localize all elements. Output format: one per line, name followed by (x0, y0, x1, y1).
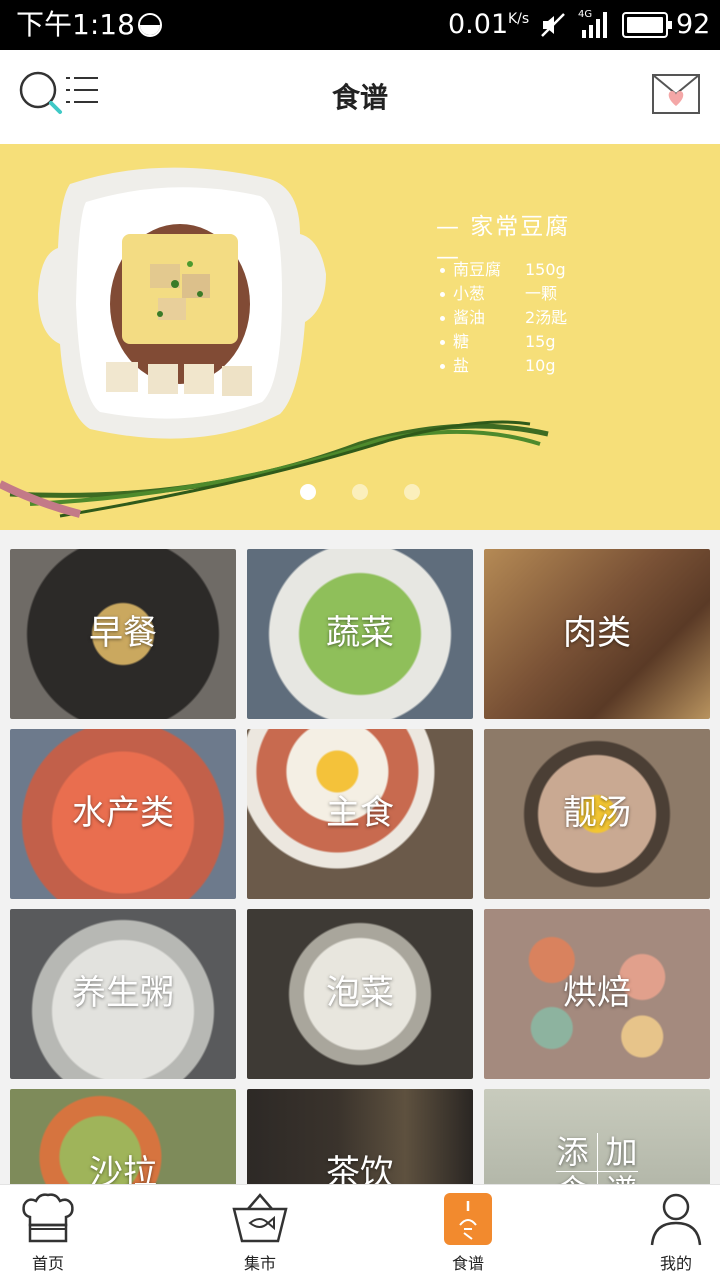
add-glyph: 食 (556, 1171, 598, 1184)
mail-icon[interactable] (652, 74, 700, 114)
category-grid: 早餐 蔬菜 肉类 水产类 主食 靓汤 养生粥 泡菜 烘焙 沙拉 茶饮 添 加 (0, 530, 720, 1184)
category-vegetables[interactable]: 蔬菜 (247, 549, 473, 719)
category-seafood[interactable]: 水产类 (10, 729, 236, 899)
recipe-banner[interactable]: — 家常豆腐 — 南豆腐 150g 小葱 一颗 酱油 2汤匙 糖 15g 盐 10g (0, 144, 720, 530)
add-glyph: 添 (556, 1133, 598, 1171)
category-label: 主食 (326, 793, 394, 833)
category-label: 早餐 (89, 613, 157, 653)
mute-icon (541, 13, 565, 37)
banner-page-dot[interactable] (352, 484, 368, 500)
category-label: 添加 食谱 (484, 1133, 710, 1184)
ingredient-item: 酱油 2汤匙 (440, 306, 567, 330)
category-baking[interactable]: 烘焙 (484, 909, 710, 1079)
category-label: 养生粥 (72, 973, 174, 1013)
nav-recipes[interactable]: 食谱 (408, 1185, 528, 1280)
category-salad[interactable]: 沙拉 (10, 1089, 236, 1184)
category-label: 靓汤 (563, 793, 631, 833)
ingredient-item: 小葱 一颗 (440, 282, 567, 306)
category-label: 肉类 (563, 613, 631, 653)
network-speed: 0.01 (448, 9, 509, 40)
category-label: 水产类 (72, 793, 174, 833)
nav-market[interactable]: 集市 (200, 1185, 320, 1280)
nav-profile-label: 我的 (659, 1254, 692, 1273)
category-meat[interactable]: 肉类 (484, 549, 710, 719)
add-glyph: 加 (605, 1133, 638, 1171)
category-add-recipe[interactable]: 添加 食谱 (484, 1089, 710, 1184)
add-glyph: 谱 (597, 1171, 638, 1184)
category-soup[interactable]: 靓汤 (484, 729, 710, 899)
category-label: 烘焙 (563, 973, 631, 1013)
ingredient-item: 南豆腐 150g (440, 258, 567, 282)
battery-icon (622, 12, 672, 38)
basket-icon (232, 1193, 288, 1243)
network-speed-unit: K/s (508, 11, 530, 27)
category-label: 蔬菜 (326, 613, 394, 653)
page-title: 食谱 (331, 81, 388, 114)
status-bar: 下午1:18 0.01 K/s 4G 92 (0, 0, 720, 50)
banner-page-dot[interactable] (404, 484, 420, 500)
network-type: 4G (578, 9, 593, 20)
user-icon (650, 1193, 702, 1246)
ingredient-item: 盐 10g (440, 354, 567, 378)
chef-hat-icon (22, 1193, 74, 1243)
category-label: 茶饮 (326, 1153, 394, 1184)
battery-level: 92 (676, 9, 711, 40)
app-header: 食谱 (0, 50, 720, 144)
category-pickles[interactable]: 泡菜 (247, 909, 473, 1079)
nav-home[interactable]: 首页 (0, 1185, 108, 1280)
nav-profile[interactable]: 我的 (616, 1185, 720, 1280)
category-congee[interactable]: 养生粥 (10, 909, 236, 1079)
nav-recipes-label: 食谱 (451, 1254, 484, 1273)
recipe-book-icon (444, 1193, 492, 1245)
category-label: 泡菜 (326, 973, 394, 1013)
nav-market-label: 集市 (243, 1254, 276, 1273)
nav-home-label: 首页 (31, 1254, 64, 1273)
do-not-disturb-icon (138, 13, 162, 37)
ingredient-list: 南豆腐 150g 小葱 一颗 酱油 2汤匙 糖 15g 盐 10g (440, 258, 567, 378)
category-drinks[interactable]: 茶饮 (247, 1089, 473, 1184)
banner-pagination[interactable] (300, 484, 420, 500)
status-time: 下午1:18 (16, 8, 135, 41)
category-label: 沙拉 (89, 1153, 157, 1184)
tofu-dish-image (0, 167, 549, 518)
ingredient-item: 糖 15g (440, 330, 567, 354)
category-breakfast[interactable]: 早餐 (10, 549, 236, 719)
banner-page-dot[interactable] (300, 484, 316, 500)
category-staple[interactable]: 主食 (247, 729, 473, 899)
bottom-navigation: 首页 集市 食谱 我的 (0, 1184, 720, 1280)
